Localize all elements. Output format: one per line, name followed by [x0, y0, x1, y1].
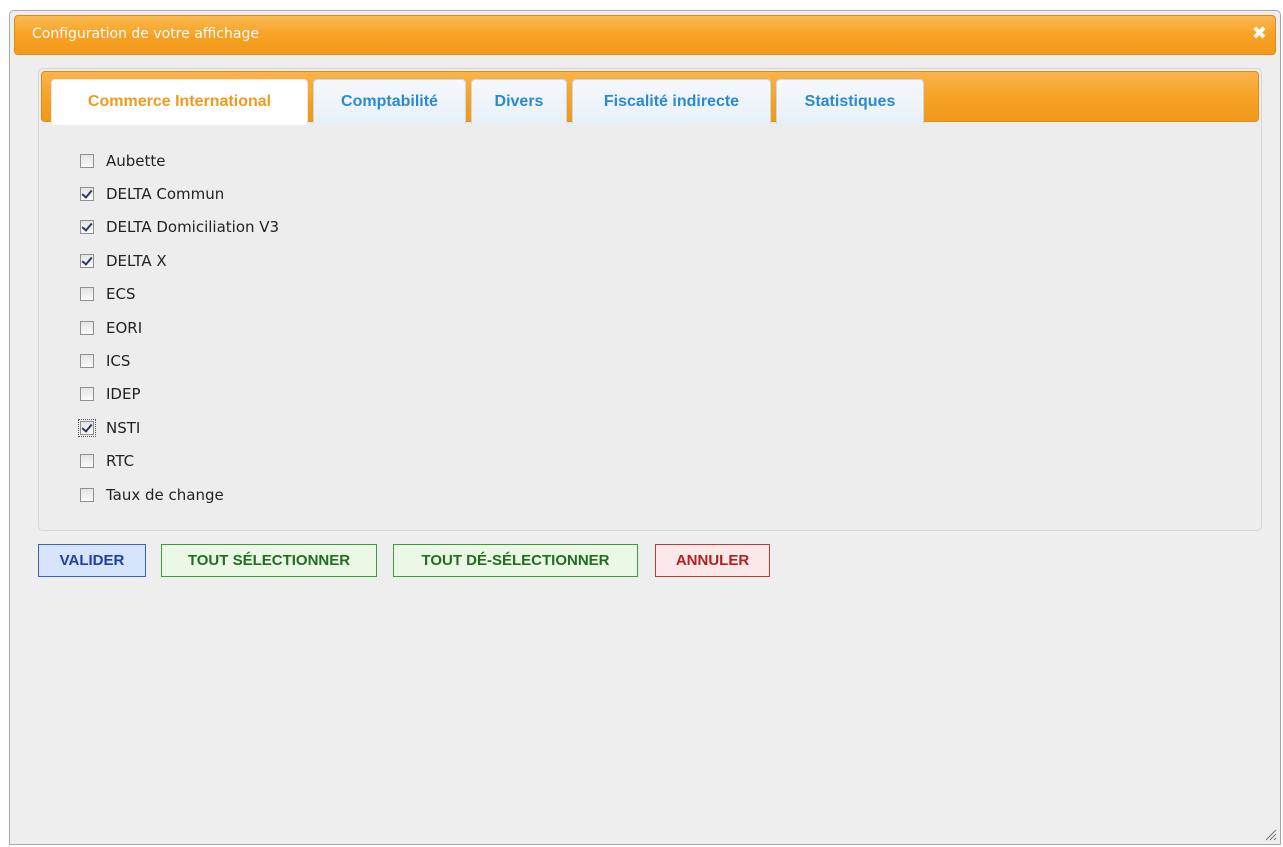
- checklist-item: IDEP: [80, 378, 279, 411]
- checkbox-label[interactable]: IDEP: [106, 385, 141, 403]
- checkbox[interactable]: [80, 220, 94, 235]
- checklist-item: ICS: [80, 344, 279, 377]
- deselect-all-button[interactable]: TOUT DÉ-SÉLECTIONNER: [393, 544, 638, 577]
- checklist-item: Taux de change: [80, 478, 279, 511]
- configuration-dialog: Configuration de votre affichage ✖ Comme…: [9, 10, 1281, 845]
- checkbox-label[interactable]: DELTA Domiciliation V3: [106, 218, 279, 236]
- checkbox[interactable]: [80, 320, 94, 335]
- checklist-item: DELTA Commun: [80, 177, 279, 210]
- cancel-button[interactable]: ANNULER: [655, 544, 770, 577]
- dialog-titlebar[interactable]: Configuration de votre affichage ✖: [14, 15, 1276, 55]
- tab-commerce-international[interactable]: Commerce International: [51, 79, 308, 125]
- checkbox-label[interactable]: DELTA X: [106, 252, 167, 270]
- module-checklist: Aubette DELTA Commun DELTA Domiciliation V…: [78, 144, 279, 511]
- dialog-title: Configuration de votre affichage: [32, 26, 259, 42]
- checkbox-label[interactable]: Aubette: [106, 152, 166, 170]
- checklist-item: NSTI: [78, 411, 279, 444]
- checkbox[interactable]: [80, 253, 94, 268]
- checkbox[interactable]: [80, 153, 94, 168]
- checkbox-label[interactable]: RTC: [106, 452, 134, 470]
- checkbox-label[interactable]: Taux de change: [106, 486, 224, 504]
- checkbox-label[interactable]: NSTI: [106, 419, 140, 437]
- checklist-item: RTC: [80, 445, 279, 478]
- checklist-item: DELTA X: [80, 244, 279, 277]
- validate-button[interactable]: VALIDER: [38, 544, 146, 577]
- checkbox-label[interactable]: ECS: [106, 285, 135, 303]
- tab-bar: Commerce International Comptabilité Dive…: [41, 71, 1259, 125]
- select-all-button[interactable]: TOUT SÉLECTIONNER: [161, 544, 377, 577]
- tab-statistiques[interactable]: Statistiques: [776, 79, 924, 124]
- checkbox[interactable]: [80, 354, 94, 369]
- tab-panel: Commerce International Comptabilité Dive…: [38, 68, 1262, 531]
- checkbox[interactable]: [80, 287, 94, 302]
- resize-grip-icon[interactable]: [1263, 827, 1277, 841]
- checkbox-label[interactable]: ICS: [106, 352, 130, 370]
- checkbox[interactable]: [80, 387, 94, 402]
- close-icon[interactable]: ✖: [1252, 24, 1267, 44]
- checkbox[interactable]: [80, 187, 94, 202]
- checkbox-label[interactable]: DELTA Commun: [106, 185, 224, 203]
- checklist-item: EORI: [80, 311, 279, 344]
- checkbox[interactable]: [78, 418, 96, 437]
- tab-comptabilite[interactable]: Comptabilité: [313, 79, 466, 124]
- checkbox[interactable]: [80, 487, 94, 502]
- checkbox[interactable]: [80, 454, 94, 469]
- tab-divers[interactable]: Divers: [471, 79, 567, 124]
- checklist-item: ECS: [80, 278, 279, 311]
- checkbox-label[interactable]: EORI: [106, 319, 142, 337]
- checklist-item: Aubette: [80, 144, 279, 177]
- tab-fiscalite-indirecte[interactable]: Fiscalité indirecte: [572, 79, 771, 124]
- checklist-item: DELTA Domiciliation V3: [80, 211, 279, 244]
